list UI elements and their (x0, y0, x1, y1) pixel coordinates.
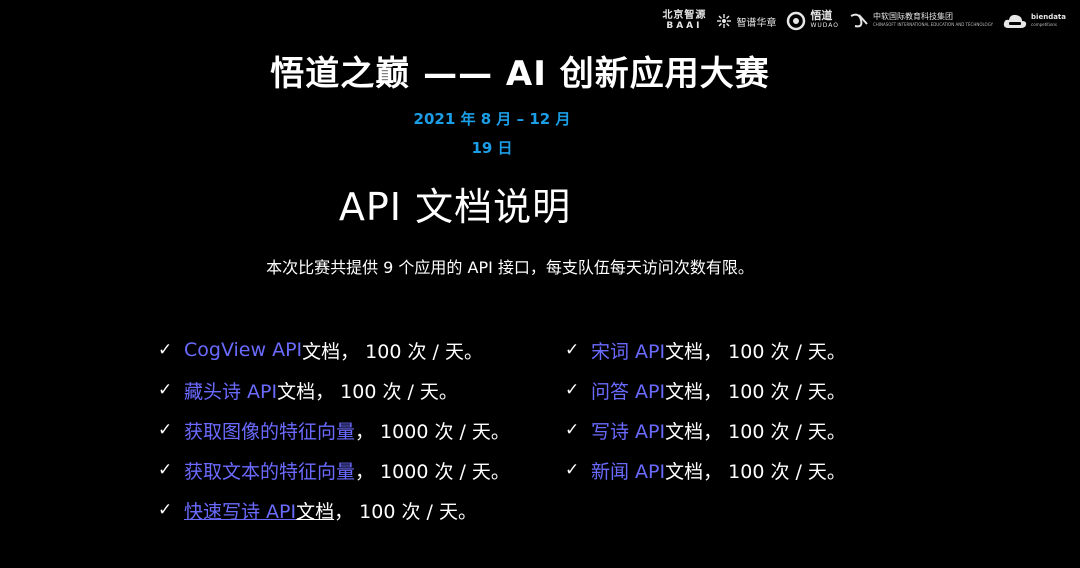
api-link[interactable]: 获取图像的特征向量 (184, 417, 355, 444)
api-quota-text: 文档， 100 次 / 天。 (665, 380, 846, 403)
doc-link[interactable]: 文档 (296, 497, 334, 524)
baai-logo-cn: 北京智源 (662, 10, 707, 21)
date-range: 2021 年 8 月 – 12 月 (413, 110, 571, 128)
check-icon: ✓ (158, 500, 173, 520)
wudao-logo-text: 悟道 (810, 9, 833, 22)
list-item: ✓ CogView API 文档， 100 次 / 天。 (158, 330, 510, 370)
page-title: 悟道之巅 —— AI 创新应用大赛 (270, 54, 770, 94)
api-list-right: ✓ 宋词 API 文档， 100 次 / 天。 ✓ 问答 API 文档， 100… (565, 330, 846, 490)
baai-logo: 北京智源 BAAI (662, 10, 706, 32)
zhipu-mark-icon (717, 14, 732, 28)
list-item: ✓ 快速写诗 API 文档 ， 100 次 / 天。 (158, 490, 510, 530)
zhongke-logo-text: 中软国际教育科技集团 (873, 12, 953, 21)
api-link[interactable]: CogView API (184, 339, 302, 361)
zhongke-logo-sub: CHINASOFT INTERNATIONAL EDUCATION AND TE… (873, 22, 994, 27)
list-item: ✓ 获取文本的特征向量 ， 1000 次 / 天。 (158, 450, 510, 490)
api-list-left: ✓ CogView API 文档， 100 次 / 天。 ✓ 藏头诗 API 文… (158, 330, 510, 530)
api-link[interactable]: 写诗 API (591, 417, 665, 444)
api-quota-text: 文档， 100 次 / 天。 (277, 380, 458, 403)
wudao-ring-icon (787, 11, 806, 31)
baai-logo-en: BAAI (666, 21, 703, 31)
biendata-logo-sub: competitions (1031, 22, 1058, 27)
zhongke-swirl-icon (850, 13, 868, 28)
list-item: ✓ 藏头诗 API 文档， 100 次 / 天。 (158, 370, 510, 410)
list-item: ✓ 问答 API 文档， 100 次 / 天。 (565, 370, 846, 410)
list-item: ✓ 写诗 API 文档， 100 次 / 天。 (565, 410, 846, 450)
check-icon: ✓ (565, 340, 580, 360)
api-quota-text: ， 1000 次 / 天。 (355, 460, 510, 483)
api-link[interactable]: 获取文本的特征向量 (184, 457, 355, 484)
list-item: ✓ 新闻 API 文档， 100 次 / 天。 (565, 450, 846, 490)
api-quota-text: 文档， 100 次 / 天。 (302, 340, 483, 363)
description-text: 本次比赛共提供 9 个应用的 API 接口，每支队伍每天访问次数有限。 (266, 258, 754, 277)
biendata-logo: biendata competitions (1003, 13, 1066, 29)
check-icon: ✓ (565, 460, 580, 480)
api-quota-text: 文档， 100 次 / 天。 (665, 340, 846, 363)
api-link[interactable]: 问答 API (591, 377, 665, 404)
check-icon: ✓ (158, 460, 173, 480)
check-icon: ✓ (565, 380, 580, 400)
zhipu-logo-text: 智谱华章 (736, 17, 777, 29)
wudao-logo: 悟道 WUDAO (786, 9, 839, 31)
api-quota-text: 文档， 100 次 / 天。 (665, 420, 846, 443)
api-link[interactable]: 藏头诗 API (184, 377, 277, 404)
api-link[interactable]: 新闻 API (591, 457, 665, 484)
check-icon: ✓ (158, 380, 173, 400)
date-end-day: 19 日 (471, 139, 513, 157)
api-link[interactable]: 快速写诗 API (184, 497, 296, 524)
biendata-logo-text: biendata (1031, 13, 1066, 21)
list-item: ✓ 获取图像的特征向量 ， 1000 次 / 天。 (158, 410, 510, 450)
cloud-icon (1003, 14, 1027, 28)
zhipu-logo: 智谱华章 (716, 13, 776, 29)
wudao-logo-sub: WUDAO (810, 22, 839, 29)
section-heading: API 文档说明 (338, 185, 572, 229)
api-quota-text: 文档， 100 次 / 天。 (665, 460, 846, 483)
check-icon: ✓ (565, 420, 580, 440)
api-quota-text: ， 100 次 / 天。 (334, 500, 477, 523)
zhongke-logo: 中软国际教育科技集团 CHINASOFT INTERNATIONAL EDUCA… (849, 12, 993, 30)
api-link[interactable]: 宋词 API (591, 337, 665, 364)
api-quota-text: ， 1000 次 / 天。 (355, 420, 510, 443)
sponsor-logos: 北京智源 BAAI 智谱华章 悟道 WUDAO 中软国际教育科技集团 CHINA… (662, 10, 1066, 32)
check-icon: ✓ (158, 420, 173, 440)
list-item: ✓ 宋词 API 文档， 100 次 / 天。 (565, 330, 846, 370)
check-icon: ✓ (158, 340, 173, 360)
